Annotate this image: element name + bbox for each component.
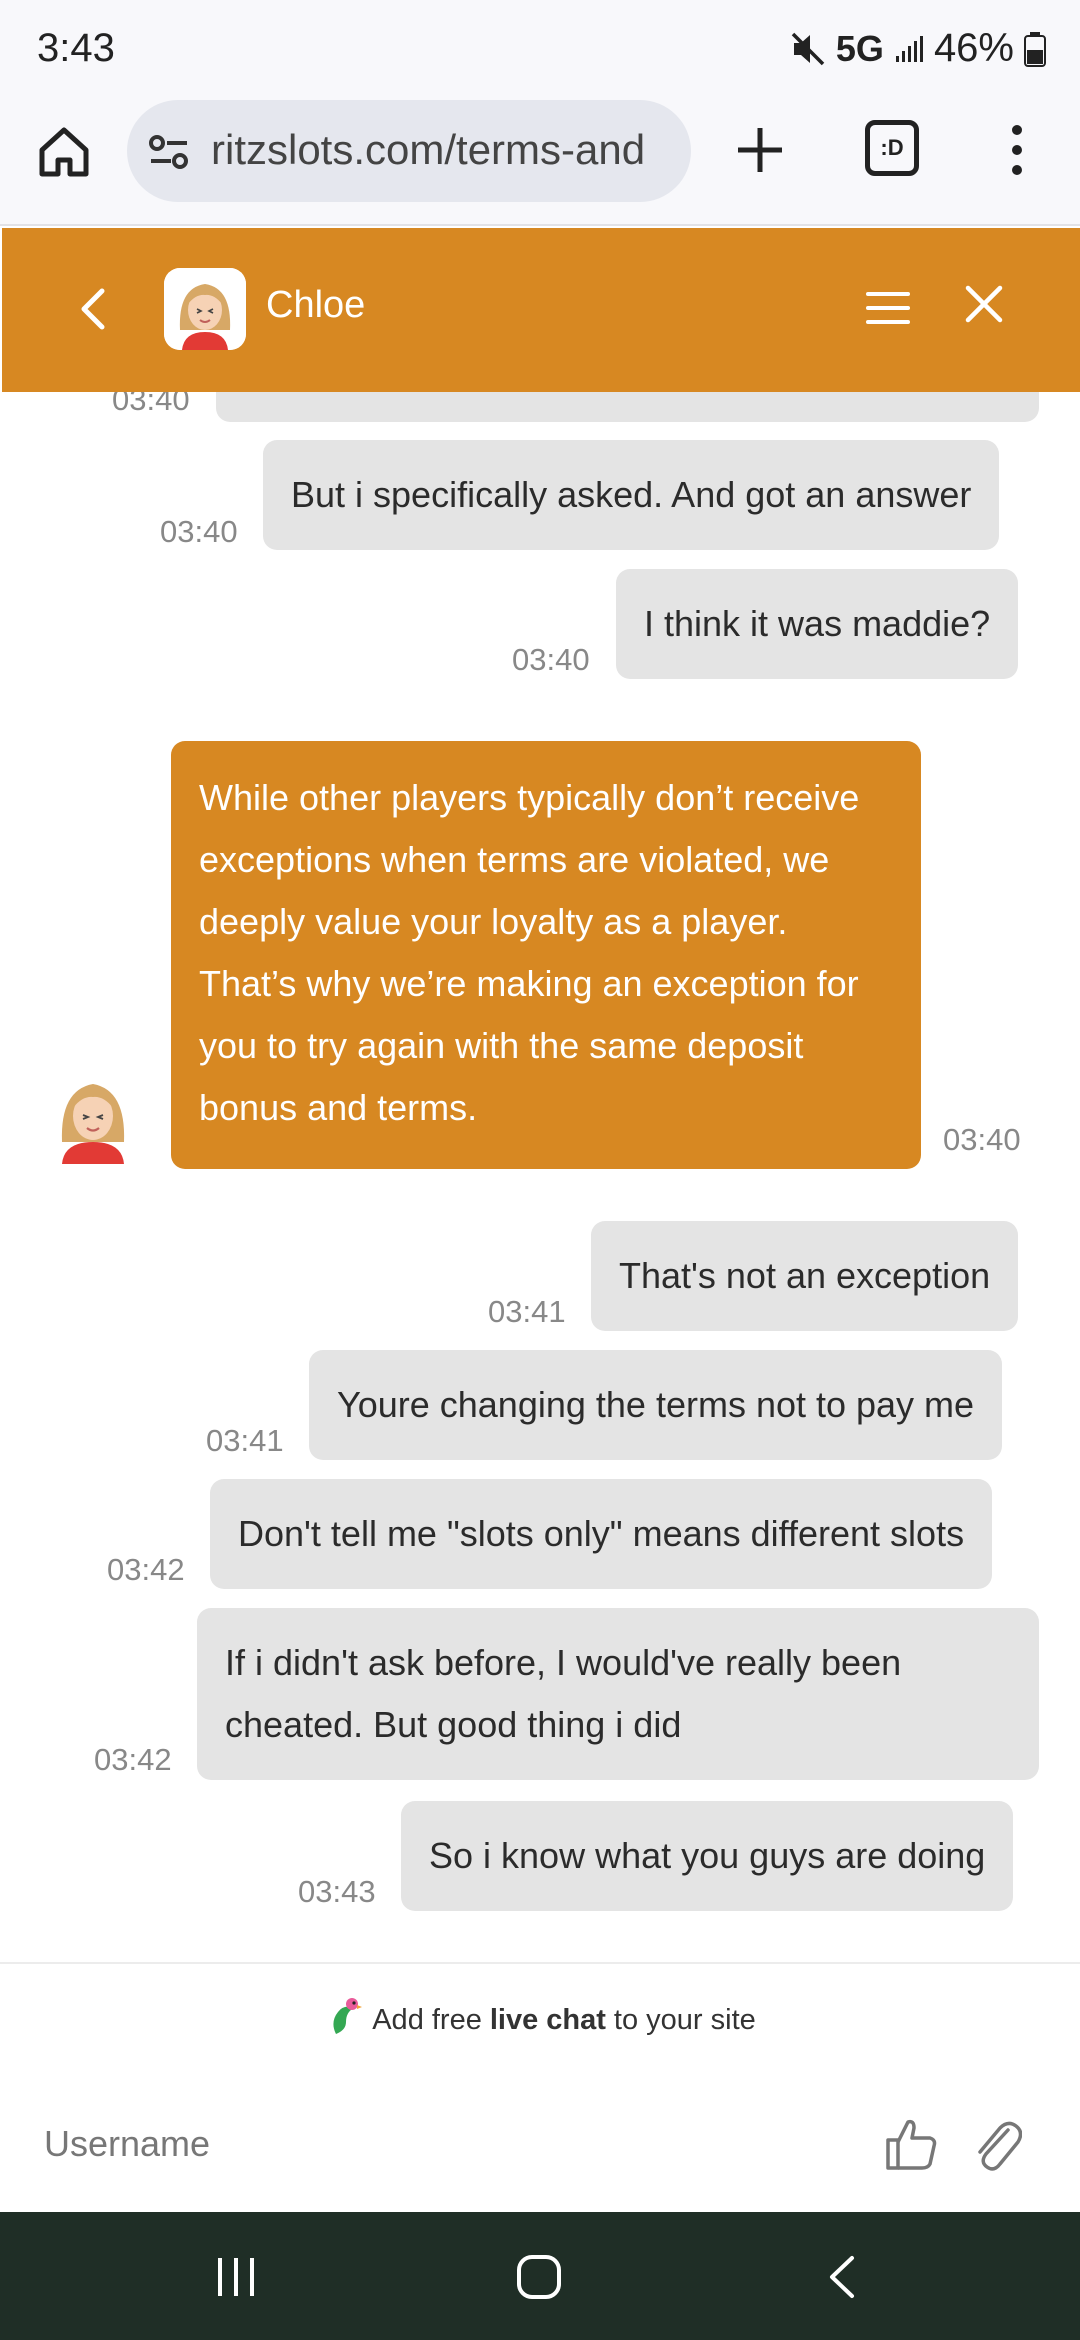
message-bubble: So i know what you guys are doing [401,1801,1014,1911]
message-time: 03:42 [107,1552,185,1587]
message-time: 03:42 [94,1742,172,1777]
message-input-row [0,2076,1080,2212]
address-bar[interactable]: ritzslots.com/terms-and [127,100,691,202]
battery-icon [1024,31,1046,67]
new-tab-icon[interactable] [730,120,790,180]
username-input[interactable] [44,2114,824,2174]
signal-icon [894,34,924,64]
message-time: 03:43 [298,1874,376,1909]
close-icon[interactable] [964,284,1004,324]
network-type: 5G [835,27,884,69]
agent-name: Chloe [266,284,366,326]
agent-avatar [164,268,246,350]
message-time: 03:40 [112,392,190,417]
powered-prefix: Add free [372,2003,482,2036]
powered-by-link[interactable]: Add free live chat to your site [0,1962,1080,2076]
message-list[interactable]: 03:40 But i specifically asked. And got … [0,392,1080,1962]
back-arrow-icon[interactable] [74,283,114,335]
status-time: 3:43 [37,26,115,70]
home-nav-icon[interactable] [516,2254,562,2300]
powered-suffix: to your site [613,2003,756,2036]
message-time: 03:40 [512,642,590,677]
message-time: 03:40 [160,514,238,549]
tab-switcher-button[interactable]: :D [865,120,919,176]
status-bar: 3:43 5G 46% [0,0,1080,100]
recent-apps-icon[interactable] [214,2256,258,2298]
powered-bold: live chat [489,2003,606,2036]
url-text[interactable]: ritzslots.com/terms-and [211,126,671,174]
paperclip-icon[interactable] [972,2114,1023,2174]
message-time: 03:40 [943,1122,1021,1157]
message-time: 03:41 [488,1294,566,1329]
message-line: cheated. But good thing i did [225,1704,682,1745]
mute-icon [790,31,826,67]
message-bubble: Don't tell me "slots only" means differe… [210,1479,993,1589]
system-navigation-bar [0,2212,1080,2340]
more-options-icon[interactable] [1000,120,1034,180]
tab-switcher-label: :D [880,135,904,160]
message-bubble: That's not an exception [591,1221,1019,1331]
status-indicators: 5G 46% [790,26,1046,71]
agent-avatar-small [54,1064,132,1164]
site-settings-icon[interactable] [147,130,191,174]
parrot-logo-icon [324,1994,364,2046]
home-icon[interactable] [34,122,94,182]
message-bubble-partial [216,392,1039,422]
message-bubble: Youre changing the terms not to pay me [309,1350,1003,1460]
back-nav-icon[interactable] [826,2254,858,2300]
message-bubble: But i specifically asked. And got an ans… [263,440,1000,550]
message-bubble: I think it was maddie? [616,569,1019,679]
agent-message-bubble: While other players typically don’t rece… [171,741,921,1169]
hamburger-menu-icon[interactable] [864,288,912,328]
message-time: 03:41 [206,1423,284,1458]
screen: 3:43 5G 46% ritzslots.com/terms-and:D C… [0,0,1080,2340]
browser-toolbar: ritzslots.com/terms-and :D [0,100,1080,226]
battery-percent: 46% [933,26,1014,70]
thumbs-up-icon[interactable] [884,2116,938,2172]
message-line: If i didn't ask before, I would've reall… [225,1642,902,1683]
chat-header: Chloe [2,228,1080,392]
message-bubble: If i didn't ask before, I would've reall… [197,1608,1039,1780]
